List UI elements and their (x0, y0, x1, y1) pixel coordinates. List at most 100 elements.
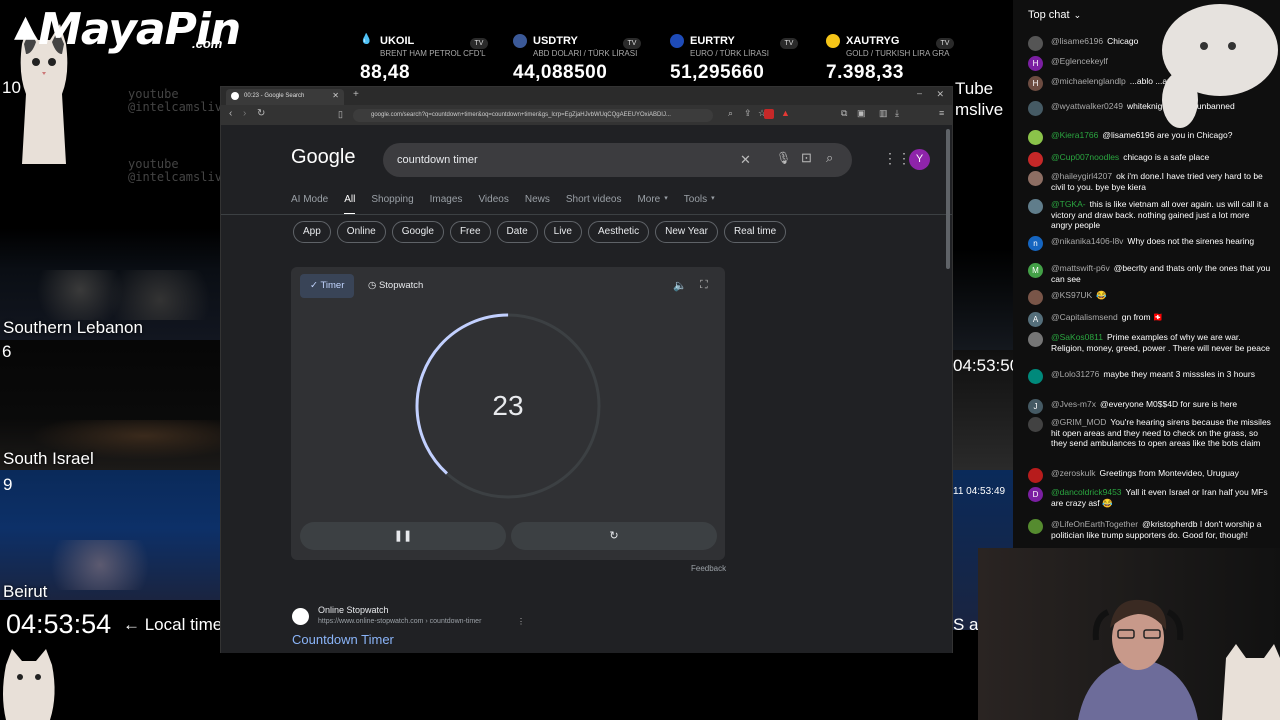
filter-chip-app[interactable]: App (293, 221, 331, 243)
result-title-link[interactable]: Countdown Timer (292, 632, 394, 647)
search-tab-images[interactable]: Images (430, 194, 463, 215)
avatar[interactable]: A (1028, 312, 1043, 327)
search-input[interactable]: countdown timer (397, 154, 478, 166)
chat-author[interactable]: @wyattwalker0249 (1051, 101, 1123, 111)
chat-author[interactable]: @haileygirl4207 (1051, 171, 1112, 181)
avatar[interactable] (1028, 332, 1043, 347)
avatar[interactable]: D (1028, 487, 1043, 502)
filter-chip-free[interactable]: Free (449, 221, 491, 243)
avatar[interactable]: M (1028, 263, 1043, 278)
chat-message[interactable]: n @nikanika1406-l8v Why does not the siren… (1028, 236, 1273, 251)
chat-message[interactable]: A @Capitalismsend gn from 🇨🇭 (1028, 312, 1273, 327)
avatar[interactable] (1028, 171, 1043, 186)
avatar[interactable]: H (1028, 56, 1043, 71)
pause-button[interactable]: ❚❚ (300, 522, 506, 550)
chat-message[interactable]: M @mattswift-p6v @becrlty and thats only t… (1028, 263, 1273, 284)
clear-search-icon[interactable]: ✕ (740, 152, 751, 168)
avatar[interactable] (1028, 101, 1043, 116)
chat-author[interactable]: @dancoldrick9453 (1051, 487, 1122, 497)
chat-message[interactable]: @TGKA-this is like vietnam all over agai… (1028, 199, 1273, 231)
chat-message[interactable]: @KS97UK 😂 (1028, 290, 1273, 305)
chat-message[interactable]: @SaKos0811 Prime examples of why we are w… (1028, 332, 1273, 353)
avatar[interactable]: H (1028, 76, 1043, 91)
chat-author[interactable]: @nikanika1406-l8v (1051, 236, 1123, 246)
chat-author[interactable]: @GRIM_MOD (1051, 417, 1106, 427)
filter-chip-aesthetic[interactable]: Aesthetic (588, 221, 650, 243)
filter-chip-date[interactable]: Date (496, 221, 538, 243)
filter-chip-live[interactable]: Live (543, 221, 582, 243)
chat-author[interactable]: @Jves-m7x (1051, 399, 1096, 409)
feedback-link[interactable]: Feedback (691, 564, 726, 573)
avatar[interactable] (1028, 199, 1043, 214)
avatar[interactable] (1028, 417, 1043, 432)
chat-message[interactable]: @Lolo31276 maybe they meant 3 misssles in… (1028, 369, 1273, 384)
tab-close-icon[interactable]: ✕ (332, 91, 339, 100)
tab-groups-icon[interactable]: ▣ (857, 108, 866, 119)
extension-shield-icon[interactable] (764, 109, 774, 119)
result-site-name[interactable]: Online Stopwatch (318, 605, 389, 615)
filter-chip-new-year[interactable]: New Year (655, 221, 718, 243)
share-icon[interactable]: ⇪ (744, 108, 752, 119)
chat-message[interactable]: @Cup007noodles chicago is a safe place (1028, 152, 1273, 167)
search-tab-shopping[interactable]: Shopping (371, 194, 413, 215)
chat-message[interactable]: @GRIM_MOD You're hearing sirens because t… (1028, 417, 1273, 449)
chat-author[interactable]: @zeroskulk (1051, 468, 1096, 478)
search-tab-ai-mode[interactable]: AI Mode (291, 194, 328, 215)
chat-author[interactable]: @Lolo31276 (1051, 369, 1099, 379)
chat-author[interactable]: @TGKA- (1051, 199, 1086, 209)
avatar[interactable] (1028, 290, 1043, 305)
new-tab-icon[interactable]: + (353, 89, 359, 100)
timer-tab[interactable]: ✓ Timer (300, 274, 355, 298)
avatar[interactable]: J (1028, 399, 1043, 414)
window-minimize-icon[interactable]: – (917, 88, 922, 98)
browser-tab[interactable]: 00:23 - Google Search ✕ (226, 89, 344, 105)
zoom-icon[interactable]: ⌕ (728, 108, 733, 119)
extension-triangle-icon[interactable]: ▲ (781, 108, 790, 118)
stopwatch-tab[interactable]: ◷ Stopwatch (368, 274, 423, 298)
search-tab-more[interactable]: More (637, 194, 660, 215)
chat-message[interactable]: @Kiera1766 @lisame6196 are you in Chicago… (1028, 130, 1273, 145)
chat-message[interactable]: @haileygirl4207 ok i'm done.I have tried … (1028, 171, 1273, 192)
avatar[interactable] (1028, 519, 1043, 534)
search-box[interactable]: countdown timer ✕ 🎙 ⊡ ⌕ (383, 143, 852, 177)
voice-search-icon[interactable]: 🎙 (776, 151, 791, 165)
chat-author[interactable]: @LifeOnEarthTogether (1051, 519, 1138, 529)
chat-message[interactable]: @zeroskulk Greetings from Montevideo, Uru… (1028, 468, 1273, 483)
avatar[interactable] (1028, 468, 1043, 483)
search-icon[interactable]: ⌕ (826, 150, 833, 166)
result-more-icon[interactable]: ⋮ (517, 617, 525, 626)
avatar[interactable] (1028, 152, 1043, 167)
google-logo[interactable]: Google (291, 146, 356, 169)
avatar[interactable] (1028, 36, 1043, 51)
chat-author[interactable]: @lisame6196 (1051, 36, 1103, 46)
reload-icon[interactable]: ↻ (257, 108, 265, 119)
bookmark-icon[interactable]: ▯ (338, 109, 343, 120)
forward-icon[interactable]: › (243, 108, 246, 119)
chat-author[interactable]: @Cup007noodles (1051, 152, 1119, 162)
chat-message[interactable]: D @dancoldrick9453 Yall it even Israel or … (1028, 487, 1273, 508)
chat-author[interactable]: @Eglencekeylf (1051, 56, 1108, 66)
downloads-icon[interactable]: ⤓ (895, 108, 899, 119)
chat-message[interactable]: @LifeOnEarthTogether @kristopherdb I don'… (1028, 519, 1273, 540)
avatar[interactable] (1028, 130, 1043, 145)
chat-author[interactable]: @michaelenglandlp (1051, 76, 1126, 86)
search-tab-news[interactable]: News (525, 194, 550, 215)
chat-author[interactable]: @SaKos0811 (1051, 332, 1103, 342)
result-url[interactable]: https://www.online-stopwatch.com › count… (318, 618, 481, 625)
search-tab-all[interactable]: All (344, 194, 356, 215)
avatar[interactable]: n (1028, 236, 1043, 251)
chat-author[interactable]: @Capitalismsend (1051, 312, 1118, 322)
apps-grid-icon[interactable]: ⋮⋮ (883, 150, 911, 167)
account-avatar[interactable]: Y (909, 149, 930, 170)
chat-mode-dropdown[interactable]: Top chat ⌄ (1028, 9, 1081, 21)
menu-icon[interactable]: ≡ (939, 108, 944, 118)
search-tab-videos[interactable]: Videos (478, 194, 508, 215)
filter-chip-online[interactable]: Online (336, 221, 386, 243)
search-tab-short-videos[interactable]: Short videos (566, 194, 622, 215)
sound-icon[interactable]: 🔈 (673, 279, 687, 292)
chat-author[interactable]: @Kiera1766 (1051, 130, 1098, 140)
scrollbar[interactable] (946, 129, 950, 269)
back-icon[interactable]: ‹ (229, 108, 232, 119)
lens-search-icon[interactable]: ⊡ (801, 150, 812, 166)
filter-chip-google[interactable]: Google (391, 221, 444, 243)
